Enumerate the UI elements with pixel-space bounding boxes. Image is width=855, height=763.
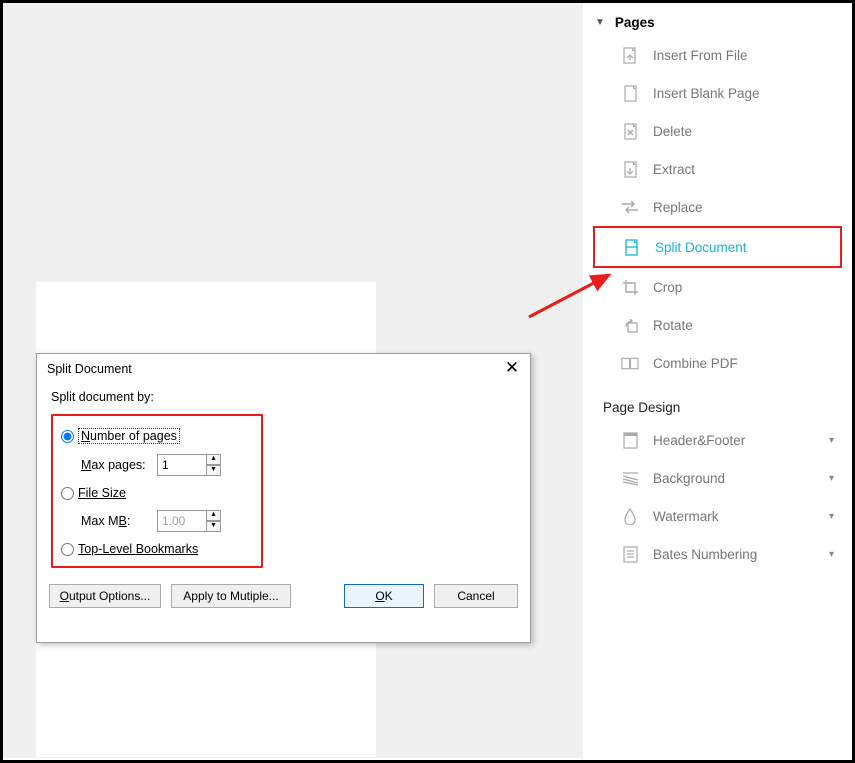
extract-icon [621, 160, 639, 178]
close-button[interactable]: ✕ [500, 358, 524, 380]
max-mb-up: ▲ [206, 510, 221, 521]
chevron-down-icon: ▾ [829, 549, 834, 560]
split-by-label: Split document by: [51, 390, 516, 404]
max-mb-label: Max MB: [81, 514, 157, 528]
radio-number-of-pages[interactable]: Number of pages [61, 428, 253, 444]
cancel-button[interactable]: Cancel [434, 584, 518, 608]
split-options-group: Number of pages Max pages: ▲ ▼ File Size… [51, 414, 263, 568]
radio-bookmarks-input[interactable] [61, 543, 74, 556]
background-icon [621, 469, 639, 487]
split-icon [623, 238, 641, 256]
max-pages-down[interactable]: ▼ [206, 465, 221, 476]
header-footer-icon [621, 431, 639, 449]
menu-rotate[interactable]: Rotate [587, 306, 848, 344]
insert-from-file-icon [621, 46, 639, 64]
max-pages-input[interactable] [157, 454, 207, 476]
right-side-panel: ▼ Pages Insert From File Insert Blank Pa… [583, 3, 852, 760]
combine-icon [621, 354, 639, 372]
rotate-icon [621, 316, 639, 334]
menu-insert-from-file[interactable]: Insert From File [587, 36, 848, 74]
menu-crop[interactable]: Crop [587, 268, 848, 306]
menu-combine-pdf[interactable]: Combine PDF [587, 344, 848, 382]
page-design-header: Page Design [587, 382, 848, 421]
radio-bookmarks-label: Top-Level Bookmarks [78, 542, 198, 556]
chevron-down-icon: ▾ [829, 511, 834, 522]
menu-extract[interactable]: Extract [587, 150, 848, 188]
dialog-title: Split Document [47, 362, 132, 376]
radio-bookmarks[interactable]: Top-Level Bookmarks [61, 542, 253, 556]
split-document-dialog: Split Document ✕ Split document by: Numb… [36, 353, 531, 643]
max-pages-up[interactable]: ▲ [206, 454, 221, 465]
max-mb-down: ▼ [206, 521, 221, 532]
menu-insert-blank[interactable]: Insert Blank Page [587, 74, 848, 112]
menu-header-footer[interactable]: Header&Footer ▾ [587, 421, 848, 459]
apply-to-multiple-button[interactable]: Apply to Mutiple... [171, 584, 291, 608]
blank-page-icon [621, 84, 639, 102]
delete-icon [621, 122, 639, 140]
chevron-down-icon: ▾ [829, 473, 834, 484]
menu-bates-numbering[interactable]: Bates Numbering ▾ [587, 535, 848, 573]
radio-number-of-pages-label: Number of pages [78, 428, 180, 444]
max-pages-label: Max pages: [81, 458, 157, 472]
ok-button[interactable]: OK [344, 584, 424, 608]
replace-icon [621, 198, 639, 216]
output-options-button[interactable]: OOutput Options...utput Options... [49, 584, 161, 608]
menu-background[interactable]: Background ▾ [587, 459, 848, 497]
menu-delete[interactable]: Delete [587, 112, 848, 150]
bates-icon [621, 545, 639, 563]
menu-split-document[interactable]: Split Document [593, 226, 842, 268]
menu-replace[interactable]: Replace [587, 188, 848, 226]
radio-file-size-input[interactable] [61, 487, 74, 500]
watermark-icon [621, 507, 639, 525]
collapse-icon: ▼ [595, 17, 605, 28]
radio-number-of-pages-input[interactable] [61, 430, 74, 443]
chevron-down-icon: ▾ [829, 435, 834, 446]
max-mb-input [157, 510, 207, 532]
radio-file-size-label: File Size [78, 486, 126, 500]
menu-watermark[interactable]: Watermark ▾ [587, 497, 848, 535]
radio-file-size[interactable]: File Size [61, 486, 253, 500]
pages-section-header[interactable]: ▼ Pages [587, 9, 848, 36]
crop-icon [621, 278, 639, 296]
